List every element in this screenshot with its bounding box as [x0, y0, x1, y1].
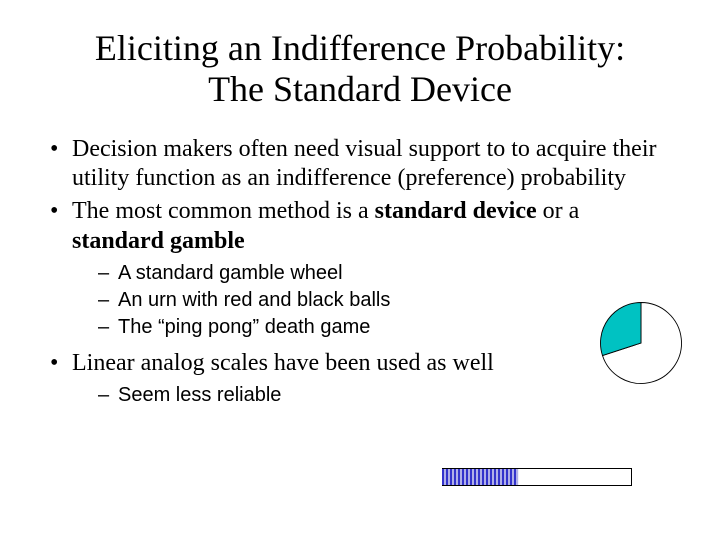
bullet-list: Decision makers often need visual suppor…	[48, 135, 672, 409]
bullet-2-bold-1: standard device	[375, 198, 537, 224]
bullet-3-sublist: Seem less reliable	[72, 382, 672, 409]
scale-fill	[443, 469, 518, 485]
bullet-2-sub-3-text: The “ping pong” death game	[118, 316, 370, 338]
bullet-2-bold-2: standard gamble	[72, 228, 245, 254]
bullet-2-sublist: A standard gamble wheel An urn with red …	[72, 260, 672, 341]
bullet-3: Linear analog scales have been used as w…	[48, 349, 672, 409]
bullet-3-sub-1-text: Seem less reliable	[118, 384, 281, 406]
slide: Eliciting an Indifference Probability: T…	[0, 0, 720, 540]
bullet-2-sub-1: A standard gamble wheel	[72, 260, 672, 287]
title-line-1: Eliciting an Indifference Probability:	[95, 28, 625, 68]
bullet-3-text: Linear analog scales have been used as w…	[72, 350, 494, 376]
slide-title: Eliciting an Indifference Probability: T…	[48, 28, 672, 111]
pie-chart-icon	[596, 298, 686, 388]
bullet-2-sub-2: An urn with red and black balls	[72, 287, 672, 314]
bullet-3-sub-1: Seem less reliable	[72, 382, 672, 409]
bullet-1: Decision makers often need visual suppor…	[48, 135, 672, 194]
bullet-2-sub-2-text: An urn with red and black balls	[118, 289, 390, 311]
bullet-2-sub-1-text: A standard gamble wheel	[118, 262, 343, 284]
bullet-1-text: Decision makers often need visual suppor…	[72, 136, 657, 191]
linear-scale-icon	[442, 468, 632, 486]
bullet-2-sub-3: The “ping pong” death game	[72, 314, 672, 341]
title-line-2: The Standard Device	[208, 69, 512, 109]
bullet-2: The most common method is a standard dev…	[48, 197, 672, 341]
bullet-2-mid: or a	[537, 198, 580, 224]
bullet-2-pre: The most common method is a	[72, 198, 375, 224]
